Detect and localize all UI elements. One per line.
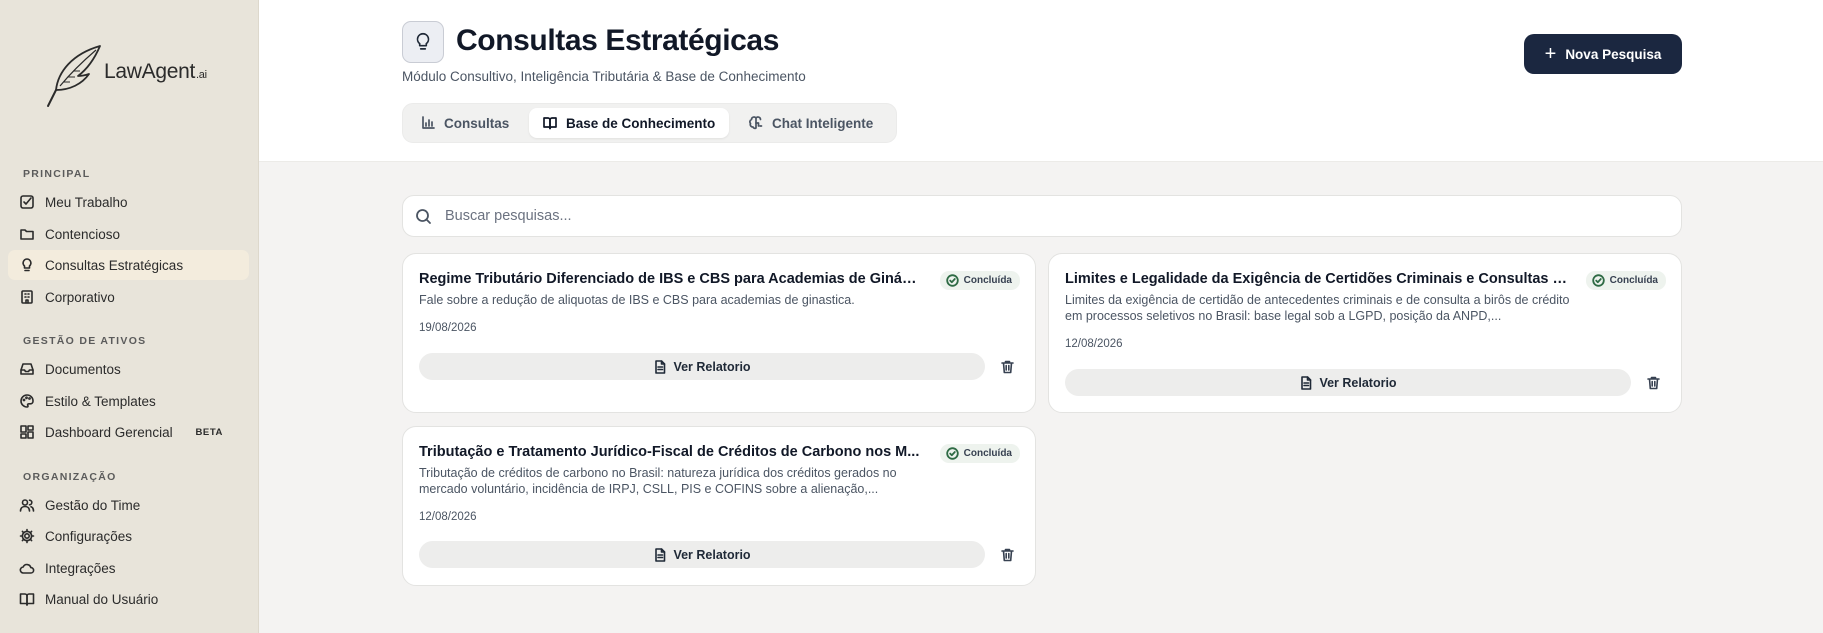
palette-icon — [19, 393, 35, 409]
check-circle-icon — [945, 447, 959, 460]
card-title: Regime Tributário Diferenciado de IBS e … — [419, 271, 924, 287]
check-circle-icon — [945, 274, 959, 287]
beta-badge: BETA — [195, 426, 223, 438]
section-label-organizacao: ORGANIZAÇÃO — [23, 471, 117, 483]
search-input[interactable] — [445, 208, 1645, 224]
search-bar — [402, 195, 1682, 237]
tab-base-conhecimento[interactable]: Base de Conhecimento — [529, 108, 730, 138]
research-card[interactable]: Tributação e Tratamento Jurídico-Fiscal … — [402, 426, 1036, 586]
sidebar-item-corporativo[interactable]: Corporativo — [8, 282, 249, 312]
brand-logo[interactable]: LawAgent.ai — [42, 40, 207, 110]
dashboard-icon — [19, 424, 35, 440]
building-icon — [19, 289, 35, 305]
page-title: Consultas Estratégicas — [456, 24, 779, 57]
check-circle-icon — [1591, 274, 1605, 287]
cloud-icon — [19, 560, 35, 576]
trash-icon[interactable] — [1000, 547, 1015, 562]
tab-bar: Consultas Base de Conhecimento Chat Inte… — [402, 103, 897, 143]
sidebar-item-meu-trabalho[interactable]: Meu Trabalho — [8, 187, 249, 217]
research-card[interactable]: Regime Tributário Diferenciado de IBS e … — [402, 253, 1036, 413]
view-report-button[interactable]: Ver Relatorio — [1065, 369, 1631, 396]
lightbulb-icon — [402, 21, 444, 63]
book-icon — [19, 591, 35, 607]
sidebar: LawAgent.ai PRINCIPAL Meu Trabalho Conte… — [0, 0, 259, 633]
sidebar-item-documentos[interactable]: Documentos — [8, 354, 249, 384]
card-description: Limites da exigência de certidão de ante… — [1065, 293, 1570, 323]
card-description: Tributação de créditos de carbono no Bra… — [419, 466, 897, 496]
card-title: Limites e Legalidade da Exigência de Cer… — [1065, 271, 1570, 287]
document-icon — [655, 359, 666, 374]
open-book-icon — [543, 117, 557, 130]
checkbox-icon — [19, 194, 35, 210]
section-label-gestao-ativos: GESTÃO DE ATIVOS — [23, 335, 147, 347]
card-date: 19/08/2026 — [419, 322, 477, 334]
brain-icon — [749, 116, 763, 130]
sidebar-item-estilo-templates[interactable]: Estilo & Templates — [8, 386, 249, 416]
sidebar-item-contencioso[interactable]: Contencioso — [8, 219, 249, 249]
sidebar-item-configuracoes[interactable]: Configurações — [8, 521, 249, 551]
card-title: Tributação e Tratamento Jurídico-Fiscal … — [419, 444, 920, 460]
gear-icon — [19, 528, 35, 544]
folder-icon — [19, 226, 35, 242]
sidebar-item-consultas-estrategicas[interactable]: Consultas Estratégicas — [8, 250, 249, 280]
lightbulb-icon — [19, 257, 35, 273]
sidebar-item-gestao-time[interactable]: Gestão do Time — [8, 490, 249, 520]
view-report-button[interactable]: Ver Relatorio — [419, 541, 985, 568]
new-search-button[interactable]: + Nova Pesquisa — [1524, 34, 1682, 74]
status-badge: Concluída — [939, 271, 1020, 290]
plus-icon: + — [1544, 43, 1557, 65]
sidebar-item-integracoes[interactable]: Integrações — [8, 553, 249, 583]
sidebar-item-manual-usuario[interactable]: Manual do Usuário — [8, 584, 249, 614]
status-badge: Concluída — [1585, 271, 1666, 290]
tab-consultas[interactable]: Consultas — [407, 108, 523, 138]
card-date: 12/08/2026 — [1065, 338, 1123, 350]
view-report-button[interactable]: Ver Relatorio — [419, 353, 985, 380]
trash-icon[interactable] — [1000, 359, 1015, 374]
inbox-icon — [19, 361, 35, 377]
sidebar-item-dashboard-gerencial[interactable]: Dashboard Gerencial BETA — [8, 417, 249, 447]
document-icon — [1301, 375, 1312, 390]
users-icon — [19, 497, 35, 513]
trash-icon[interactable] — [1646, 375, 1661, 390]
document-icon — [655, 547, 666, 562]
section-label-principal: PRINCIPAL — [23, 168, 91, 180]
brand-name: LawAgent.ai — [104, 60, 207, 83]
bar-chart-icon — [422, 116, 435, 129]
card-description: Fale sobre a redução de aliquotas de IBS… — [419, 293, 855, 307]
quill-icon — [47, 45, 101, 107]
page-subtitle: Módulo Consultivo, Inteligência Tributár… — [402, 69, 806, 84]
card-date: 12/08/2026 — [419, 511, 477, 523]
research-card[interactable]: Limites e Legalidade da Exigência de Cer… — [1048, 253, 1682, 413]
search-icon — [416, 208, 431, 224]
status-badge: Concluída — [939, 444, 1020, 463]
tab-chat-inteligente[interactable]: Chat Inteligente — [735, 108, 887, 138]
